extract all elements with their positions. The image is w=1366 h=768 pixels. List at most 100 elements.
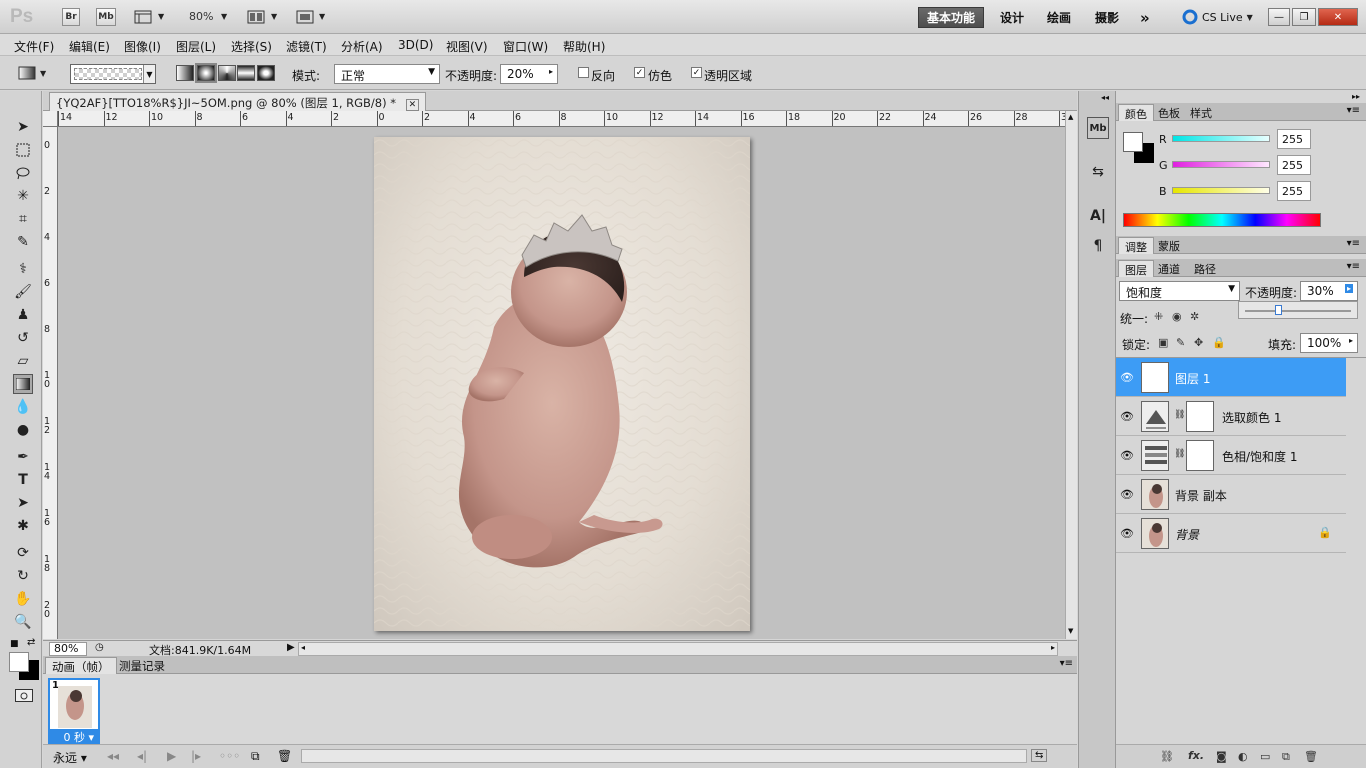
chevron-right-icon[interactable]: ▸ bbox=[1349, 336, 1353, 345]
workspace-design[interactable]: 设计 bbox=[992, 7, 1032, 28]
chevron-up-icon[interactable]: ▲ bbox=[1068, 113, 1073, 121]
trash-icon[interactable]: 🗑 bbox=[1304, 750, 1318, 763]
eraser-tool[interactable]: ▱ bbox=[13, 351, 33, 371]
unify-position-icon[interactable]: ⁜ bbox=[1154, 310, 1163, 323]
move-tool[interactable]: ➤ bbox=[13, 117, 33, 137]
previous-frame-button[interactable]: ◂| bbox=[137, 749, 147, 763]
history-panel-button[interactable]: ⇆ bbox=[1087, 161, 1109, 183]
lock-pixels-icon[interactable]: ✎ bbox=[1176, 336, 1185, 349]
custom-shape-tool[interactable]: ✱ bbox=[13, 516, 33, 536]
type-tool[interactable]: T bbox=[13, 470, 33, 490]
layer-row-selective-color[interactable]: 👁 ⛓ 选取颜色 1 bbox=[1116, 397, 1346, 436]
quick-mask-button[interactable] bbox=[15, 689, 33, 702]
zoom-level-dropdown[interactable]: 80% bbox=[189, 10, 213, 23]
close-document-icon[interactable]: ✕ bbox=[405, 99, 420, 111]
red-value[interactable]: 255 bbox=[1277, 129, 1311, 149]
first-frame-button[interactable]: ◂◂ bbox=[107, 749, 119, 763]
crop-tool[interactable]: ⌗ bbox=[13, 209, 33, 229]
more-workspaces-button[interactable]: » bbox=[1132, 7, 1158, 28]
red-slider[interactable] bbox=[1172, 135, 1270, 142]
3d-rotate-tool[interactable]: ⟳ bbox=[13, 543, 33, 563]
ruler-origin[interactable] bbox=[43, 111, 58, 127]
radial-gradient-button[interactable] bbox=[195, 63, 217, 83]
hand-tool[interactable]: ✋ bbox=[13, 589, 33, 609]
menu-analysis[interactable]: 分析(A) bbox=[341, 38, 383, 55]
character-panel-button[interactable]: A| bbox=[1087, 205, 1109, 227]
layer-style-icon[interactable]: fx. bbox=[1188, 749, 1204, 762]
timeline-scrollbar[interactable] bbox=[301, 749, 1027, 763]
menu-filter[interactable]: 滤镜(T) bbox=[286, 38, 327, 55]
panel-menu-icon[interactable]: ▾≡ bbox=[1060, 658, 1073, 669]
vertical-ruler[interactable]: 0 2 4 6 8 10 12 14 16 18 20 bbox=[43, 127, 58, 639]
menu-edit[interactable]: 编辑(E) bbox=[69, 38, 110, 55]
tab-paths[interactable]: 路径 bbox=[1188, 260, 1222, 277]
reflected-gradient-button[interactable] bbox=[237, 65, 255, 81]
reverse-checkbox[interactable] bbox=[578, 67, 589, 78]
menu-view[interactable]: 视图(V) bbox=[446, 38, 488, 55]
quick-selection-tool[interactable]: ✳ bbox=[13, 186, 33, 206]
pen-tool[interactable]: ✒ bbox=[13, 447, 33, 467]
unify-style-icon[interactable]: ✲ bbox=[1190, 310, 1199, 323]
tab-styles[interactable]: 样式 bbox=[1184, 104, 1218, 121]
cs-live-menu[interactable]: CS Live ▼ bbox=[1182, 9, 1253, 25]
eye-icon[interactable]: 👁 bbox=[1120, 487, 1134, 501]
tab-swatches[interactable]: 色板 bbox=[1152, 104, 1186, 121]
green-value[interactable]: 255 bbox=[1277, 155, 1311, 175]
delete-frame-button[interactable]: 🗑 bbox=[277, 749, 292, 763]
eye-icon[interactable]: 👁 bbox=[1120, 370, 1134, 384]
extras-menu-button[interactable] bbox=[133, 8, 153, 25]
tab-measurement-log[interactable]: 测量记录 bbox=[113, 657, 171, 674]
document-tab[interactable]: {YQ2AF}[TTO18%R$}JI~5OM.png @ 80% (图层 1,… bbox=[49, 92, 427, 111]
chevron-down-icon[interactable]: ▼ bbox=[1068, 627, 1073, 635]
link-layers-icon[interactable]: ⛓ bbox=[1160, 750, 1174, 763]
next-frame-button[interactable]: |▸ bbox=[191, 749, 201, 763]
fill-field[interactable]: 100% ▸ bbox=[1300, 333, 1358, 353]
status-menu-arrow[interactable]: ▶ bbox=[287, 642, 295, 653]
new-group-icon[interactable]: ▭ bbox=[1260, 750, 1270, 763]
chevron-right-icon[interactable]: ▸ bbox=[549, 67, 553, 76]
menu-3d[interactable]: 3D(D) bbox=[398, 38, 433, 52]
status-info-icon[interactable]: ◷ bbox=[95, 642, 104, 653]
bridge-button[interactable]: Br bbox=[62, 8, 80, 26]
mask-thumbnail[interactable] bbox=[1186, 401, 1214, 432]
linear-gradient-button[interactable] bbox=[176, 65, 194, 81]
horizontal-ruler[interactable]: 1412108642024681012141618202224262830 bbox=[58, 111, 1065, 127]
menu-file[interactable]: 文件(F) bbox=[14, 38, 54, 55]
layer-row-background-copy[interactable]: 👁 背景 副本 bbox=[1116, 475, 1346, 514]
chevron-down-icon[interactable]: ▼ bbox=[143, 65, 155, 83]
new-layer-icon[interactable]: ⧉ bbox=[1282, 750, 1290, 764]
new-adjustment-icon[interactable]: ◐ bbox=[1238, 750, 1248, 763]
collapse-icon[interactable]: ◂◂ bbox=[1101, 93, 1109, 102]
layer-row-layer1[interactable]: 👁 图层 1 bbox=[1116, 358, 1346, 397]
chevron-left-icon[interactable]: ◂ bbox=[301, 643, 305, 652]
path-selection-tool[interactable]: ➤ bbox=[13, 493, 33, 513]
workspace-painting[interactable]: 绘画 bbox=[1039, 7, 1079, 28]
gradient-tool[interactable] bbox=[13, 374, 33, 394]
frame-delay[interactable]: 0 秒 ▾ bbox=[48, 729, 100, 744]
opacity-slider-thumb[interactable] bbox=[1275, 305, 1282, 315]
blend-mode-dropdown[interactable]: 饱和度 ▼ bbox=[1119, 281, 1240, 301]
paragraph-panel-button[interactable]: ¶ bbox=[1087, 235, 1109, 257]
menu-layer[interactable]: 图层(L) bbox=[176, 38, 216, 55]
add-mask-icon[interactable]: ◙ bbox=[1216, 750, 1227, 763]
mini-bridge-panel-button[interactable]: Mb bbox=[1087, 117, 1109, 139]
tab-masks[interactable]: 蒙版 bbox=[1152, 237, 1186, 254]
clone-stamp-tool[interactable]: ♟ bbox=[13, 305, 33, 325]
color-ramp[interactable] bbox=[1123, 213, 1321, 227]
panel-menu-icon[interactable]: ▾≡ bbox=[1347, 261, 1360, 272]
menu-image[interactable]: 图像(I) bbox=[124, 38, 161, 55]
loop-dropdown[interactable]: 永远 ▾ bbox=[53, 749, 87, 766]
angle-gradient-button[interactable] bbox=[218, 65, 236, 81]
3d-orbit-tool[interactable]: ↻ bbox=[13, 566, 33, 586]
tween-button[interactable]: ◦◦◦ bbox=[219, 749, 240, 763]
status-zoom-field[interactable]: 80% bbox=[49, 642, 87, 656]
arrange-documents-button[interactable] bbox=[246, 8, 266, 25]
screen-mode-button[interactable] bbox=[295, 8, 315, 25]
menu-window[interactable]: 窗口(W) bbox=[503, 38, 548, 55]
foreground-color-swatch[interactable] bbox=[9, 652, 29, 672]
tab-channels[interactable]: 通道 bbox=[1152, 260, 1186, 277]
blue-value[interactable]: 255 bbox=[1277, 181, 1311, 201]
tab-color[interactable]: 颜色 bbox=[1118, 104, 1154, 121]
brush-tool[interactable]: 🖌 bbox=[13, 282, 33, 302]
canvas-area[interactable] bbox=[58, 127, 1065, 639]
